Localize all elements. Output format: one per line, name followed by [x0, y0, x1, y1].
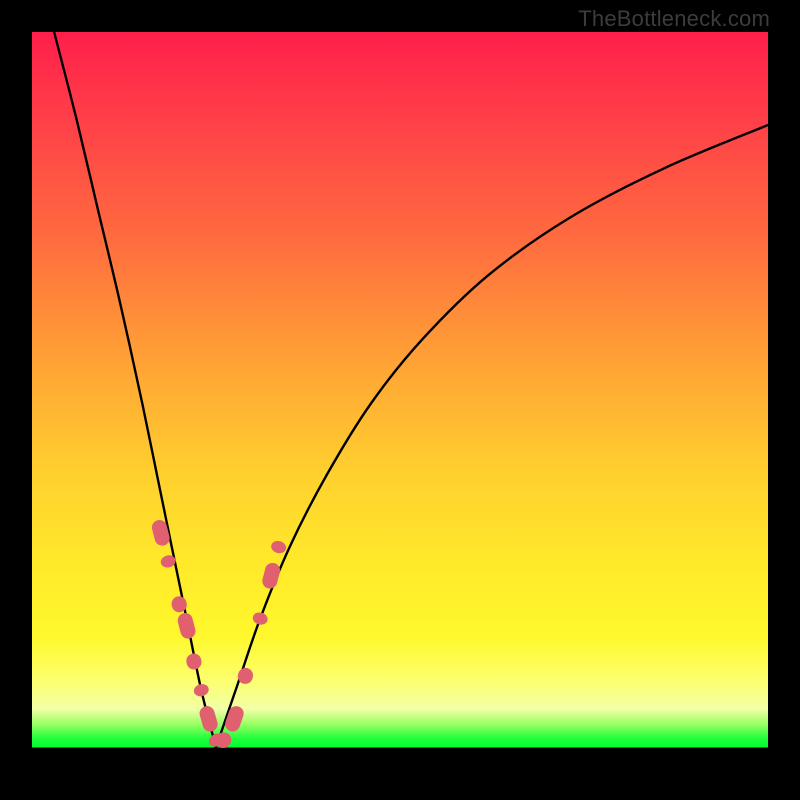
attribution-text: TheBottleneck.com	[578, 6, 770, 32]
plot-area	[32, 32, 768, 768]
curve-left-branch	[54, 32, 216, 747]
marker-capsule	[198, 704, 220, 733]
chart-canvas: TheBottleneck.com	[0, 0, 800, 800]
marker-capsule	[251, 611, 269, 626]
marker-capsule	[150, 518, 171, 547]
curve-layer	[32, 32, 768, 768]
marker-capsule	[176, 611, 197, 640]
curve-right-branch	[216, 125, 768, 747]
marker-capsule	[270, 539, 288, 554]
marker-capsule	[223, 704, 246, 733]
marker-capsule	[212, 729, 234, 751]
marker-capsule	[193, 683, 211, 698]
marker-capsule	[185, 652, 203, 671]
bottleneck-curve	[54, 32, 768, 747]
marker-group	[150, 518, 287, 751]
marker-capsule	[261, 561, 282, 590]
